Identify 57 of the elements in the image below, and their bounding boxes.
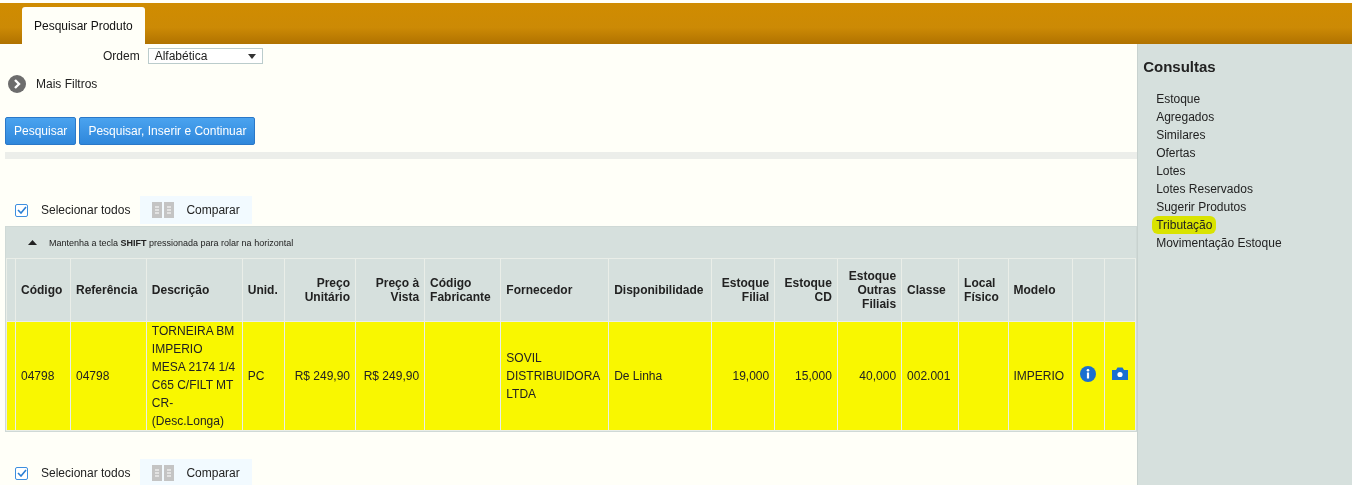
more-filters-link[interactable]: Mais Filtros xyxy=(36,77,98,91)
column-header: Preço à Vista xyxy=(355,258,425,322)
sidebar-link[interactable]: Ofertas xyxy=(1152,144,1200,162)
table-cell: De Linha xyxy=(614,369,663,383)
column-header: Fornecedor xyxy=(500,258,609,322)
column-header: Código xyxy=(15,258,71,322)
table-cell: TORNEIRA BM IMPERIO MESA 2174 1/4 C65 C/FILT MT CR-(Desc.Longa) xyxy=(151,324,236,428)
column-header: Referência xyxy=(70,258,147,322)
column-header: Estoque Filial xyxy=(711,258,775,322)
table-cell: 15,000 xyxy=(795,369,832,383)
column-header: Código Fabricante xyxy=(424,258,501,322)
table-cell: SOVIL DISTRIBUIDORA LTDA xyxy=(506,351,600,401)
caret-icon[interactable] xyxy=(247,53,256,59)
table-cell: 002.001 xyxy=(907,369,951,383)
sidebar-title: Consultas xyxy=(1142,57,1217,75)
table-cell: 19,000 xyxy=(732,369,770,383)
order-select[interactable]: Alfabética xyxy=(147,48,263,64)
table-row[interactable]: 04798 04798 TORNEIRA BM IMPERIO MESA 2174 1/4 C65 C/FILT MT CR-(Desc.Longa) PC R$ 249,90 R$ 249,90 SOVIL DISTRIBUIDORA LTDA De Linha 19,000 15,000 40,000 002.001 IMPERIO xyxy=(6,321,1136,431)
sidebar-link[interactable]: Tributação xyxy=(1152,216,1217,234)
sidebar-link[interactable]: Estoque xyxy=(1152,90,1205,108)
sidebar-link[interactable]: Sugerir Produtos xyxy=(1152,198,1251,216)
checkbox[interactable] xyxy=(15,203,28,217)
sidebar-link[interactable]: Agregados xyxy=(1152,108,1219,126)
column-header: Modelo xyxy=(1008,258,1073,322)
info-icon[interactable] xyxy=(1080,365,1097,382)
column-header: Classe xyxy=(901,258,959,322)
table-cell: 04798 xyxy=(76,369,110,383)
table-cell: 40,000 xyxy=(859,369,897,383)
select-all-label[interactable]: Selecionar todos xyxy=(41,203,131,217)
sidebar-link[interactable]: Lotes xyxy=(1152,162,1190,180)
camera-icon[interactable] xyxy=(1111,367,1128,380)
checkbox[interactable] xyxy=(15,466,28,480)
column-header: Descrição xyxy=(146,258,243,322)
table-cell: 04798 xyxy=(21,369,55,383)
tab[interactable]: Pesquisar Produto xyxy=(22,7,145,44)
column-header: Unid. xyxy=(242,258,285,322)
table-cell: R$ 249,90 xyxy=(294,369,351,383)
compare-button[interactable]: Comparar xyxy=(140,459,252,485)
table-cell: R$ 249,90 xyxy=(363,369,420,383)
sidebar-link[interactable]: Movimentação Estoque xyxy=(1152,234,1286,252)
table-cell: IMPERIO xyxy=(1013,369,1065,383)
chevron-right-icon[interactable] xyxy=(8,75,26,93)
column-header: Preço Unitário xyxy=(284,258,356,322)
column-header: Local Físico xyxy=(958,258,1009,322)
column-header: Estoque CD xyxy=(774,258,838,322)
select-all-label[interactable]: Selecionar todos xyxy=(41,466,131,480)
book-icon xyxy=(152,465,175,481)
compare-button[interactable]: Comparar xyxy=(140,196,252,224)
table-cell: PC xyxy=(247,369,265,383)
sidebar-link[interactable]: Lotes Reservados xyxy=(1152,180,1257,198)
sidebar-link[interactable]: Similares xyxy=(1152,126,1210,144)
scroll-hint: Mantenha a tecla SHIFT pressionada para rolar na horizontal xyxy=(49,237,294,248)
column-header: Disponibilidade xyxy=(608,258,712,322)
book-icon xyxy=(152,202,175,218)
order-label: Ordem xyxy=(103,49,140,63)
column-header: Estoque Outras Filiais xyxy=(837,258,902,322)
collapse-icon[interactable] xyxy=(28,240,37,245)
